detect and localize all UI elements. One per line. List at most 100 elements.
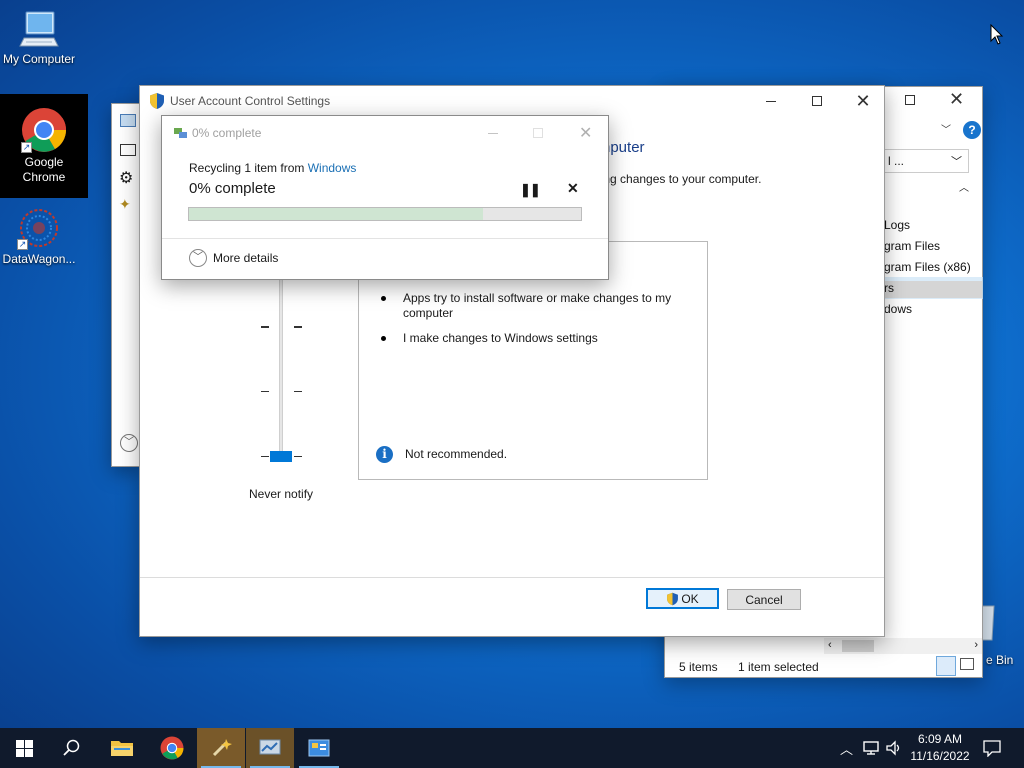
desktop-icon-datawagon[interactable]: ↗ DataWagon... bbox=[0, 206, 78, 272]
window-title: User Account Control Settings bbox=[170, 94, 331, 108]
recycle-progress-dialog[interactable]: 0% complete ✕ Recycling 1 item from Wind… bbox=[161, 115, 609, 280]
bullet-icon bbox=[381, 296, 386, 301]
chevron-down-circle-icon: ﹀ bbox=[189, 249, 207, 267]
slider-tick bbox=[294, 456, 302, 457]
bullet-icon bbox=[381, 336, 386, 341]
clock-date[interactable]: 11/16/2022 bbox=[908, 749, 972, 763]
desktop-icon-label: My Computer bbox=[2, 52, 76, 66]
details-view-icon[interactable] bbox=[936, 656, 956, 676]
chrome-icon: ↗ bbox=[21, 107, 67, 153]
window-icon[interactable] bbox=[120, 144, 136, 156]
recycling-line: Recycling 1 item from Windows bbox=[189, 161, 356, 175]
chevron-down-icon: ﹀ bbox=[951, 156, 962, 168]
bullet-text: Apps try to install software or make cha… bbox=[403, 291, 672, 320]
list-item[interactable]: gram Files (x86) bbox=[884, 260, 971, 274]
cancel-operation-button[interactable]: ✕ bbox=[567, 180, 579, 197]
scroll-thumb[interactable] bbox=[842, 640, 874, 652]
status-selected: 1 item selected bbox=[738, 660, 819, 674]
gear-icon[interactable]: ⚙ bbox=[119, 168, 133, 188]
more-details-toggle[interactable]: ﹀ More details bbox=[189, 249, 278, 267]
wand-icon bbox=[212, 739, 232, 757]
taskbar-control-panel[interactable] bbox=[246, 728, 294, 768]
list-item[interactable]: Logs bbox=[884, 218, 910, 232]
list-item[interactable]: rs bbox=[884, 281, 982, 298]
computer-icon bbox=[18, 8, 60, 50]
show-hidden-icons-chevron-icon[interactable]: ︿ bbox=[840, 739, 853, 758]
clock-time[interactable]: 6:09 AM bbox=[912, 732, 968, 746]
dialog-divider bbox=[162, 238, 608, 239]
slider-tick bbox=[261, 326, 269, 328]
horizontal-scrollbar[interactable]: ‹ › bbox=[824, 638, 982, 654]
display-icon[interactable] bbox=[120, 114, 136, 127]
recycle-bin-label: e Bin bbox=[986, 653, 1014, 667]
footer-divider bbox=[140, 577, 884, 578]
address-text: l ... bbox=[888, 154, 905, 168]
uac-shield-icon bbox=[149, 92, 165, 113]
dialog-title: 0% complete bbox=[192, 126, 262, 140]
not-recommended-note: Not recommended. bbox=[405, 447, 508, 461]
search-icon bbox=[63, 739, 80, 756]
network-icon[interactable] bbox=[862, 740, 880, 759]
datawagon-icon: ↗ bbox=[17, 206, 61, 250]
taskbar-wand-app[interactable] bbox=[197, 728, 245, 768]
notifications-icon[interactable] bbox=[983, 739, 1001, 760]
list-item[interactable]: gram Files bbox=[884, 239, 940, 253]
taskbar-uac-settings[interactable] bbox=[295, 728, 343, 768]
slider-tick bbox=[294, 326, 302, 328]
cancel-button-label: Cancel bbox=[745, 592, 783, 607]
control-panel-icon bbox=[259, 739, 281, 755]
shortcut-arrow-icon: ↗ bbox=[17, 239, 28, 250]
close-button[interactable]: ✕ bbox=[840, 86, 886, 116]
desktop-icon-my-computer[interactable]: My Computer bbox=[0, 8, 78, 76]
control-panel-window[interactable]: ⚙ ✦ ﹀ bbox=[111, 103, 141, 467]
cancel-button[interactable]: Cancel bbox=[727, 589, 801, 610]
slider-tick bbox=[261, 456, 269, 457]
folder-icon bbox=[111, 741, 133, 756]
ok-button[interactable]: OK bbox=[646, 588, 719, 609]
explorer-maximize-button[interactable] bbox=[901, 93, 921, 109]
slider-tick bbox=[294, 391, 302, 392]
desktop-icon-label-line1: Google bbox=[24, 155, 64, 169]
pause-button[interactable]: ❚❚ bbox=[520, 182, 541, 198]
progress-status: 0% complete bbox=[189, 180, 276, 197]
scroll-right-arrow[interactable]: › bbox=[974, 639, 978, 651]
windows-logo-icon bbox=[15, 739, 33, 757]
minimize-button[interactable] bbox=[748, 86, 794, 116]
search-button[interactable] bbox=[48, 728, 96, 768]
list-item[interactable]: dows bbox=[884, 302, 912, 316]
desktop-icon-label: DataWagon... bbox=[2, 252, 76, 266]
shortcut-arrow-icon: ↗ bbox=[21, 142, 32, 153]
bullet-text: I make changes to Windows settings bbox=[403, 331, 598, 345]
desktop-icon-label-line2: Chrome bbox=[22, 170, 66, 184]
chevron-down-circle-icon[interactable]: ﹀ bbox=[120, 434, 138, 452]
taskbar-chrome[interactable] bbox=[148, 728, 196, 768]
notify-slider-track[interactable] bbox=[279, 276, 283, 460]
explorer-close-button[interactable]: ✕ bbox=[949, 89, 964, 110]
dialog-minimize-button[interactable] bbox=[488, 133, 498, 134]
desktop-icon-google-chrome[interactable]: ↗ Google Chrome bbox=[0, 94, 88, 198]
recycling-source-link[interactable]: Windows bbox=[308, 161, 357, 175]
dialog-maximize-button bbox=[533, 128, 543, 138]
ok-button-label: OK bbox=[681, 591, 699, 606]
progress-bar-fill bbox=[189, 208, 483, 220]
large-icons-view-icon[interactable] bbox=[960, 658, 974, 670]
address-bar[interactable]: l ... ﹀ bbox=[883, 149, 969, 173]
scroll-left-arrow[interactable]: ‹ bbox=[828, 639, 832, 651]
volume-icon[interactable] bbox=[885, 740, 903, 759]
recycling-prefix: Recycling 1 item from bbox=[189, 161, 308, 175]
notify-slider-thumb[interactable] bbox=[270, 451, 292, 462]
dialog-close-button[interactable]: ✕ bbox=[579, 123, 592, 143]
maximize-button[interactable] bbox=[794, 86, 840, 116]
mouse-cursor-icon bbox=[990, 23, 1004, 49]
help-icon[interactable]: ? bbox=[963, 121, 981, 139]
ribbon-expand-icon[interactable]: ﹀ bbox=[941, 121, 951, 136]
scroll-up-arrow[interactable]: ︿ bbox=[959, 179, 969, 194]
progress-bar bbox=[188, 207, 582, 221]
taskbar-file-explorer[interactable] bbox=[98, 728, 146, 768]
wand-icon[interactable]: ✦ bbox=[119, 196, 131, 213]
taskbar: ︿ 6:09 AM 11/16/2022 bbox=[0, 728, 1024, 768]
chrome-icon bbox=[160, 736, 184, 760]
recycle-transfer-icon bbox=[173, 126, 189, 143]
slider-label-never-notify: Never notify bbox=[249, 487, 314, 501]
start-button[interactable] bbox=[0, 728, 48, 768]
